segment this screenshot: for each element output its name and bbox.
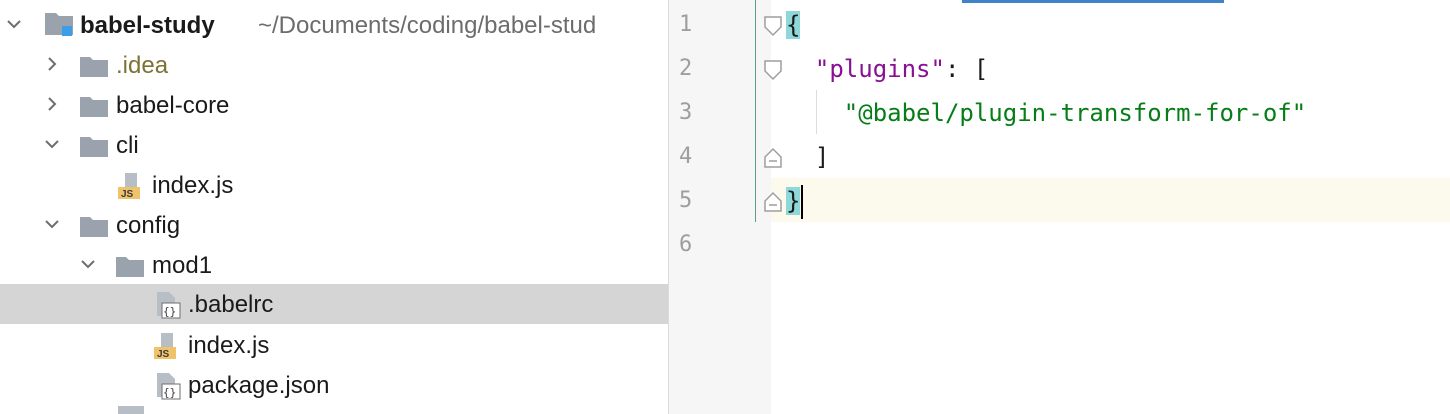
tree-item-label: package.json [188, 372, 330, 399]
tree-row-mod1[interactable]: mod1 [0, 245, 668, 285]
tree-row-idea[interactable]: .idea [0, 45, 668, 85]
tree-item-label: mod1 [152, 252, 213, 279]
project-tree: babel-study ~/Documents/coding/babel-stu… [0, 0, 668, 414]
tree-row-root[interactable]: babel-study ~/Documents/coding/babel-stu… [0, 5, 668, 45]
fold-close-icon[interactable] [763, 191, 783, 213]
chevron-down-icon[interactable] [44, 216, 60, 232]
folder-icon [80, 57, 108, 77]
code-editor[interactable]: 1 2 3 4 5 6 { "plugins": [ "@babel/plugi… [669, 0, 1450, 414]
text-caret [801, 185, 804, 219]
tree-item-label: config [116, 212, 181, 239]
folder-icon [80, 137, 108, 157]
javascript-file-icon: JS [118, 173, 140, 200]
svg-text:{}: {} [163, 305, 176, 318]
json-string: "@babel/plugin-transform-for-of" [843, 99, 1307, 127]
active-tab-indicator [962, 0, 1224, 3]
fold-close-icon[interactable] [763, 147, 783, 169]
json-punctuation: : [ [944, 55, 989, 83]
tree-row-babelrc[interactable]: {} .babelrc [0, 284, 668, 324]
tree-row-cli[interactable]: cli [0, 125, 668, 165]
tree-item-label: index.js [188, 332, 270, 359]
chevron-right-icon[interactable] [44, 56, 60, 72]
fold-open-icon[interactable] [763, 59, 783, 81]
chevron-down-icon[interactable] [44, 136, 60, 152]
svg-text:JS: JS [157, 349, 170, 360]
json-key: "plugins" [814, 55, 945, 83]
line-number: 5 [679, 188, 693, 213]
tree-row-mod1-index-js[interactable]: JS index.js [0, 325, 668, 365]
line-number: 3 [679, 100, 693, 125]
tree-item-label: .idea [116, 52, 169, 79]
tree-row-babel-core[interactable]: babel-core [0, 85, 668, 125]
svg-text:JS: JS [121, 189, 134, 200]
tree-item-label: cli [116, 132, 139, 159]
tree-item-label: .babelrc [188, 291, 274, 318]
tree-row-cli-index-js[interactable]: JS index.js [0, 165, 668, 205]
json-file-icon: {} [157, 373, 181, 400]
line-number: 4 [679, 144, 693, 169]
line-number: 2 [679, 56, 693, 81]
folder-icon [80, 97, 108, 117]
chevron-down-icon[interactable] [6, 16, 22, 32]
tree-row-config[interactable]: config [0, 205, 668, 245]
json-file-icon: {} [157, 292, 181, 319]
svg-text:{}: {} [163, 386, 176, 399]
folder-icon [80, 217, 108, 237]
tree-item-label: babel-core [116, 92, 230, 119]
tree-item-label: index.js [152, 172, 234, 199]
folder-icon [116, 257, 144, 277]
code-line-5[interactable]: } [786, 179, 804, 223]
code-line-1[interactable]: { [786, 3, 801, 47]
fold-open-icon[interactable] [763, 15, 783, 37]
project-root-path: ~/Documents/coding/babel-stud [258, 12, 597, 39]
matched-brace-open: { [786, 11, 801, 39]
javascript-file-icon: JS [154, 333, 176, 360]
code-line-3[interactable]: "@babel/plugin-transform-for-of" [786, 91, 1306, 135]
json-bracket: ] [814, 143, 830, 171]
partial-file-icon [118, 406, 144, 414]
chevron-right-icon[interactable] [44, 96, 60, 112]
line-number: 1 [679, 12, 693, 37]
vcs-change-marker[interactable] [755, 0, 756, 222]
matched-brace-close: } [786, 187, 801, 215]
tree-row-package-json[interactable]: {} package.json [0, 365, 668, 405]
chevron-down-icon[interactable] [80, 256, 96, 272]
line-number: 6 [679, 232, 693, 257]
project-root-name: babel-study [80, 12, 215, 39]
code-line-4[interactable]: ] [786, 135, 829, 179]
code-line-2[interactable]: "plugins": [ [786, 47, 988, 91]
